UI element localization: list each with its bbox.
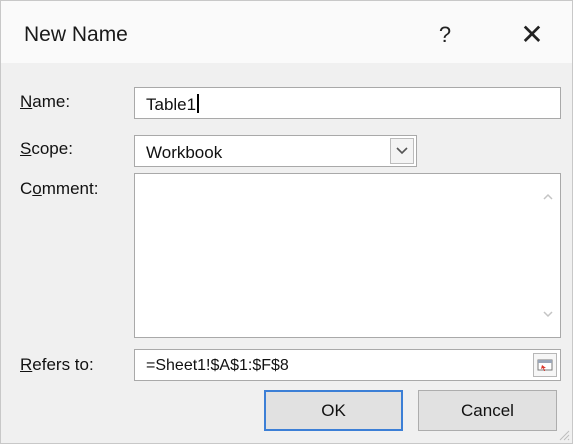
scroll-up-icon[interactable] xyxy=(541,192,555,202)
range-select-icon xyxy=(537,359,553,371)
refers-to-input[interactable]: =Sheet1!$A$1:$F$8 xyxy=(134,349,561,381)
close-button[interactable]: ✕ xyxy=(516,19,548,51)
name-input[interactable]: Table1 xyxy=(134,87,561,119)
refers-label-mnemonic: R xyxy=(20,355,33,374)
collapse-dialog-button[interactable] xyxy=(533,353,557,377)
help-button[interactable]: ? xyxy=(431,21,459,49)
name-input-value: Table1 xyxy=(146,95,197,114)
comment-label-pre: C xyxy=(20,179,33,198)
scope-label-mnemonic: S xyxy=(20,139,32,158)
cancel-button[interactable]: Cancel xyxy=(418,390,557,431)
comment-textarea[interactable] xyxy=(134,173,561,338)
name-label-rest: ame: xyxy=(32,92,71,111)
new-name-dialog: New Name ? ✕ Name: Table1 Scope: Workboo… xyxy=(0,0,573,444)
text-caret xyxy=(197,94,199,113)
scope-label: Scope: xyxy=(20,139,73,159)
ok-button[interactable]: OK xyxy=(264,390,403,431)
comment-label-mnemonic: o xyxy=(32,179,42,198)
refers-label-rest: efers to: xyxy=(32,355,94,374)
comment-label: Comment: xyxy=(20,179,98,199)
chevron-down-icon xyxy=(396,147,408,155)
scope-select-value: Workbook xyxy=(146,143,223,162)
refers-to-value: =Sheet1!$A$1:$F$8 xyxy=(146,357,289,374)
name-label: Name: xyxy=(20,92,70,112)
refers-to-label: Refers to: xyxy=(20,355,94,375)
name-label-mnemonic: N xyxy=(20,92,33,111)
comment-label-rest: mment: xyxy=(41,179,99,198)
scope-label-rest: cope: xyxy=(31,139,73,158)
scope-select[interactable]: Workbook xyxy=(134,135,417,167)
dialog-title: New Name xyxy=(24,23,128,46)
resize-grip-icon[interactable] xyxy=(556,427,570,441)
title-bar[interactable]: New Name ? ✕ xyxy=(1,1,572,63)
scope-dropdown-button[interactable] xyxy=(390,138,414,164)
scroll-down-icon[interactable] xyxy=(541,309,555,319)
